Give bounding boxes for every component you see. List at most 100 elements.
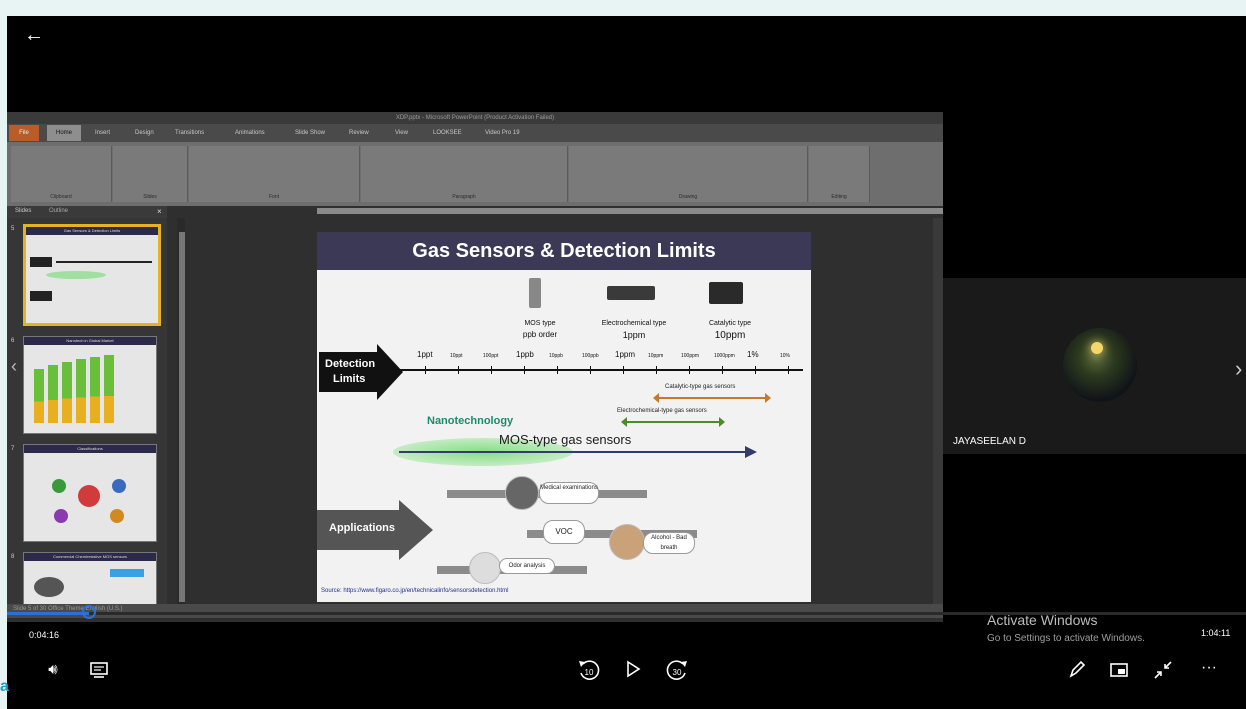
app-bubble-odor: Odor analysis <box>499 558 555 574</box>
collapse-glyph <box>1154 661 1172 679</box>
sensor-name: MOS type <box>524 320 556 327</box>
thumb-graphic <box>30 257 52 267</box>
medical-photo <box>505 476 539 510</box>
axis-tick <box>722 366 723 374</box>
time-total: 1:04:11 <box>1201 628 1231 638</box>
svg-text:30: 30 <box>673 668 682 677</box>
panel-close-icon: × <box>157 207 162 216</box>
prev-arrow-icon[interactable]: ‹ <box>11 356 17 377</box>
axis-tick <box>788 366 789 374</box>
thumb-graphic <box>34 577 64 597</box>
axis-tick <box>689 366 690 374</box>
thumb-graphic <box>30 291 52 301</box>
ppt-tab-view: View <box>395 130 408 136</box>
axis-tick-label: 10ppt <box>450 353 463 359</box>
slide-thumbnail: Nanotech in Global Market <box>23 336 157 434</box>
thumb-number: 8 <box>11 554 15 560</box>
concentration-axis <box>399 369 803 371</box>
mos-range-bar <box>399 451 749 453</box>
thumb-number: 6 <box>11 338 15 344</box>
slide-source: Source: https://www.figaro.co.jp/en/tech… <box>321 588 509 594</box>
thumb-number: 7 <box>11 446 15 452</box>
play-icon[interactable] <box>621 657 645 681</box>
ruler-vertical <box>179 232 185 602</box>
thumb-title: Nanotech in Global Market <box>24 337 156 345</box>
slide-scrollbar <box>933 218 943 604</box>
participant-tile: JAYASEELAN D <box>943 278 1246 454</box>
ruler-horizontal <box>317 208 943 214</box>
nanotechnology-label: Nanotechnology <box>427 415 514 427</box>
participant-avatar <box>1063 328 1137 402</box>
ppt-tab-review: Review <box>349 130 369 136</box>
pen-icon[interactable] <box>1065 657 1089 681</box>
mos-label: MOS-type gas sensors <box>499 432 632 447</box>
ppt-tab-insert: Insert <box>95 130 111 136</box>
ppt-statusbar <box>7 604 943 618</box>
ppt-tab-slideshow: Slide Show <box>295 130 326 136</box>
thumb-bar <box>62 362 72 423</box>
ribbon-label-clipboard: Clipboard <box>50 194 72 200</box>
axis-tick <box>425 366 426 374</box>
rewind-glyph: 10 <box>579 660 600 680</box>
captions-glyph <box>90 662 108 678</box>
axis-tick <box>458 366 459 374</box>
catalytic-arrow-right <box>765 393 771 403</box>
ribbon-label-drawing: Drawing <box>678 194 698 200</box>
activate-windows-subtitle: Go to Settings to activate Windows. <box>987 633 1145 644</box>
thumb-graphic <box>110 569 144 577</box>
seek-thumb[interactable] <box>82 605 96 619</box>
mos-sensor-image <box>529 278 541 308</box>
ppt-tab-looksee: LOOKSEE <box>433 130 462 136</box>
thumb-title: Classifications <box>24 445 156 453</box>
axis-tick-label: 100ppt <box>483 353 499 359</box>
forward-30-icon[interactable]: 30 <box>663 656 691 684</box>
axis-tick <box>656 366 657 374</box>
more-icon[interactable]: ··· <box>1197 658 1221 682</box>
seek-bar-progress <box>7 612 89 615</box>
volume-icon[interactable]: 🔊︎ <box>41 658 65 682</box>
picture-in-picture-icon[interactable] <box>1107 658 1131 682</box>
mos-range-arrowhead <box>745 446 757 458</box>
ribbon-label-slides: Slides <box>143 194 157 200</box>
catalytic-sensor-image <box>709 282 743 304</box>
ppt-tab-file: File <box>9 125 39 141</box>
corner-text: a <box>0 678 9 695</box>
electrochemical-arrow-right <box>719 417 725 427</box>
forward-glyph: 30 <box>666 660 687 680</box>
slide-thumbnail: Gas Sensors & Detection Limits <box>23 224 161 326</box>
captions-icon[interactable] <box>87 658 111 682</box>
app-bubble-alcohol: Alcohol - Bad breath <box>643 532 695 554</box>
ribbon-label-font: Font <box>268 194 279 200</box>
ppt-title: XDP.pptx - Microsoft PowerPoint (Product… <box>395 115 555 121</box>
thumb-graphic <box>78 485 100 507</box>
detection-label-line1: Detection <box>325 358 376 370</box>
detection-limits-arrow <box>319 344 403 400</box>
axis-tick-label: 1% <box>747 350 759 359</box>
ppt-tab-animations: Animations <box>235 130 265 136</box>
axis-tick <box>623 366 624 374</box>
thumb-title: Gas Sensors & Detection Limits <box>26 227 158 235</box>
thumb-bar <box>90 357 100 423</box>
axis-tick-label: 10ppm <box>648 353 664 359</box>
thumb-graphic <box>52 479 66 493</box>
axis-tick-label: 1ppm <box>615 350 636 359</box>
sensor-range: 10ppm <box>714 330 746 341</box>
next-arrow-icon[interactable]: › <box>1235 356 1242 382</box>
ppt-tab-videopro: Video Pro 19 <box>485 130 520 136</box>
slide-thumbnail: Classifications <box>23 444 157 542</box>
alcohol-photo <box>609 524 645 560</box>
collapse-icon[interactable] <box>1151 658 1175 682</box>
odor-photo <box>469 552 501 584</box>
pip-glyph <box>1110 663 1128 677</box>
applications-label: Applications <box>329 522 396 534</box>
electrochemical-sensor-image <box>607 286 655 300</box>
ribbon-label-editing: Editing <box>831 194 847 200</box>
back-arrow-icon[interactable]: ← <box>21 22 47 48</box>
thumb-bar <box>48 365 58 423</box>
rewind-10-icon[interactable]: 10 <box>575 656 603 684</box>
time-elapsed: 0:04:16 <box>29 630 60 640</box>
sensor-name: Electrochemical type <box>601 320 667 327</box>
catalytic-label: Catalytic-type gas sensors <box>665 384 736 390</box>
axis-tick <box>590 366 591 374</box>
axis-tick-label: 10ppb <box>549 353 563 359</box>
